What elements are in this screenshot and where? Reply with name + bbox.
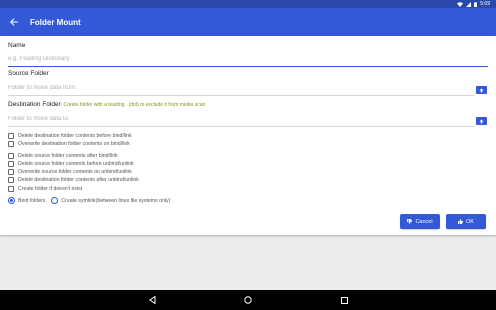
option-label: Delete source folder contents after bind… [18, 153, 118, 159]
option-label: Delete destination folder contents after… [18, 177, 139, 183]
nav-home-icon [244, 296, 252, 304]
folder-mount-form: Name Source Folder Destination Folder: C… [0, 36, 496, 235]
destination-folder-underline [8, 126, 474, 127]
destination-folder-hint: : Create folder with a leading . (dot) t… [60, 102, 206, 108]
option-overwrite-source-on-unbind[interactable]: Overwrite source folder contents on unbi… [8, 168, 132, 176]
back-button[interactable] [0, 8, 28, 36]
checkbox[interactable] [8, 141, 14, 147]
option-create-folder[interactable]: Create folder if doesn't exist [8, 185, 82, 193]
status-bar: 5:09 [0, 0, 496, 8]
cancel-label: Cancel [415, 218, 433, 225]
ok-button[interactable]: OK [446, 214, 486, 229]
source-folder-input[interactable] [8, 83, 474, 93]
checkbox[interactable] [8, 177, 14, 183]
source-folder-underline [8, 95, 474, 96]
name-label: Name [8, 42, 26, 49]
nav-back-button[interactable] [147, 295, 157, 305]
destination-folder-input[interactable] [8, 114, 474, 124]
option-label: Delete source folder contents before unb… [18, 161, 134, 167]
page-title: Folder Mount [30, 17, 81, 27]
radio-bind-folders[interactable] [8, 197, 15, 204]
name-input[interactable] [8, 54, 474, 64]
checkbox[interactable] [8, 169, 14, 175]
status-time: 5:09 [480, 1, 490, 7]
option-overwrite-dest-on-bind[interactable]: Overwrite destination folder contents on… [8, 140, 130, 148]
source-folder-label: Source Folder [8, 70, 49, 77]
option-delete-dest-after-unbind[interactable]: Delete destination folder contents after… [8, 176, 139, 184]
status-icons: 5:09 [457, 0, 490, 8]
radio-selected-dot [9, 198, 14, 203]
mount-type-radio-group: Bind folders Create symlink(between linu… [8, 196, 176, 205]
option-label: Overwrite source folder contents on unbi… [18, 169, 132, 175]
wifi-icon [457, 1, 464, 7]
checkbox[interactable] [8, 153, 14, 159]
option-delete-dest-before-bind[interactable]: Delete destination folder contents befor… [8, 132, 132, 140]
checkbox[interactable] [8, 161, 14, 167]
folder-upload-icon [479, 88, 484, 92]
thumb-up-icon [458, 219, 464, 224]
checkbox[interactable] [8, 133, 14, 139]
destination-folder-label: Destination Folder [8, 101, 61, 108]
app-bar: Folder Mount [0, 8, 496, 36]
option-label: Delete destination folder contents befor… [18, 133, 132, 139]
name-underline [8, 66, 488, 67]
destination-folder-label-row: Destination Folder: Create folder with a… [8, 101, 205, 108]
option-label: Overwrite destination folder contents on… [18, 141, 130, 147]
radio-create-symlink[interactable] [51, 197, 59, 204]
battery-icon [474, 1, 478, 7]
arrow-back-icon [10, 18, 18, 26]
system-nav-bar [0, 290, 496, 310]
option-delete-source-after-bind[interactable]: Delete source folder contents after bind… [8, 152, 118, 160]
option-label: Create folder if doesn't exist [18, 186, 83, 192]
ok-label: OK [466, 218, 474, 225]
cancel-button[interactable]: Cancel [400, 214, 440, 229]
nav-home-button[interactable] [243, 295, 253, 305]
nav-recents-icon [340, 296, 348, 304]
source-folder-browse-button[interactable] [476, 86, 487, 94]
folder-upload-icon [479, 119, 484, 123]
signal-icon [466, 1, 472, 7]
destination-folder-browse-button[interactable] [476, 117, 487, 125]
option-delete-source-before-unbind[interactable]: Delete source folder contents before unb… [8, 160, 134, 168]
radio-create-symlink-label[interactable]: Create symlink(between linux file system… [61, 198, 170, 204]
radio-bind-folders-label[interactable]: Bind folders [18, 198, 45, 204]
checkbox[interactable] [8, 186, 14, 192]
nav-back-icon [148, 296, 155, 304]
thumb-down-icon [407, 219, 413, 224]
nav-recents-button[interactable] [339, 295, 349, 305]
